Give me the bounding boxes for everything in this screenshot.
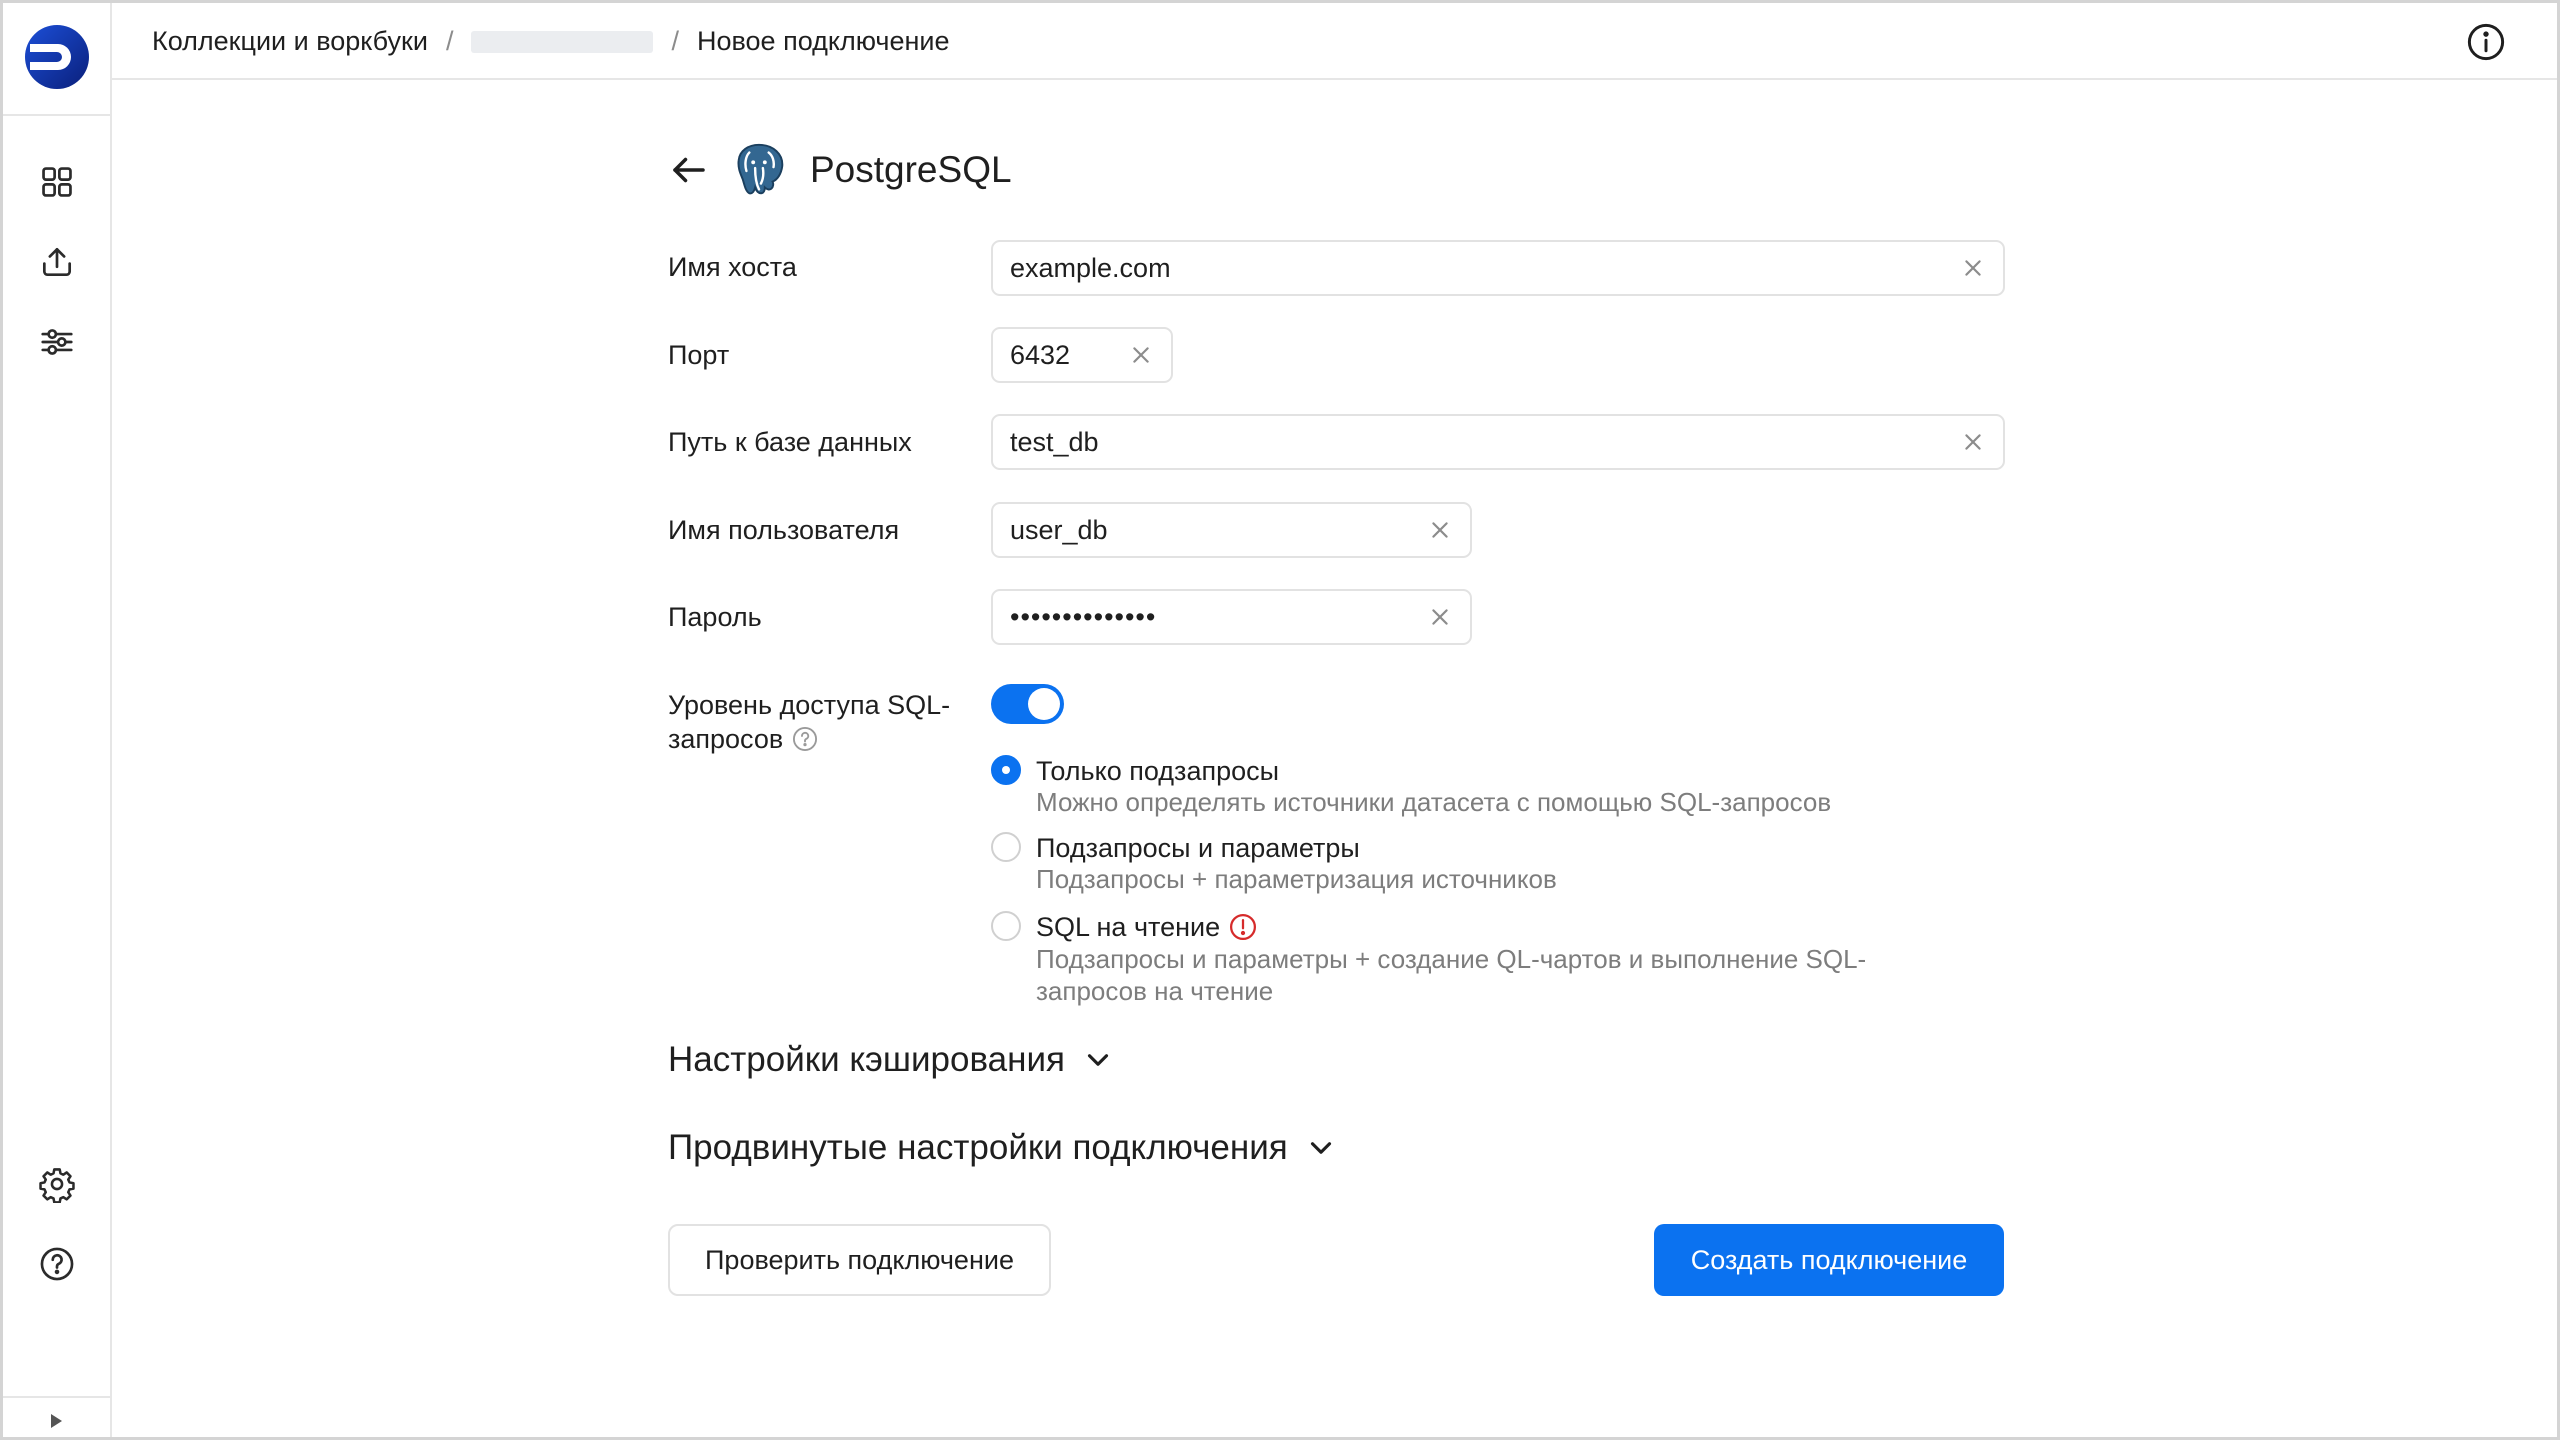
warning-icon[interactable]	[1228, 912, 1258, 942]
toggle-knob	[1028, 688, 1060, 720]
port-value: 6432	[1010, 339, 1071, 370]
sql-level-label-line1: Уровень доступа SQL-	[668, 690, 951, 720]
info-button[interactable]	[2465, 21, 2507, 63]
db-path-label: Путь к базе данных	[668, 427, 912, 457]
host-label: Имя хоста	[668, 252, 797, 282]
sidebar-bottom-divider	[3, 1396, 110, 1398]
breadcrumb-separator: /	[445, 26, 454, 56]
check-connection-button[interactable]: Проверить подключение	[668, 1224, 1051, 1296]
help-circle-icon	[40, 1247, 74, 1281]
sql-level-help-button[interactable]	[791, 725, 819, 753]
host-value: example.com	[1010, 252, 1171, 283]
sidebar	[3, 3, 112, 1437]
page-title: PostgreSQL	[810, 149, 1012, 190]
upload-icon	[42, 247, 72, 277]
sql-level-label-line2: запросов	[668, 724, 784, 754]
sliders-icon	[41, 329, 73, 355]
breadcrumb-item-current: Новое подключение	[696, 26, 950, 56]
play-triangle-icon	[51, 1414, 62, 1428]
password-field[interactable]: ••••••••••••••	[991, 589, 1472, 645]
radio-sql-read-label: SQL на чтение	[1036, 912, 1221, 942]
gear-icon	[39, 1168, 75, 1203]
db-path-field[interactable]: test_db	[991, 414, 2005, 470]
radio-subqueries-only-label[interactable]: Только подзапросы	[1036, 755, 1279, 787]
cache-settings-section[interactable]: Настройки кэширования	[668, 1040, 1115, 1080]
arrow-left-icon	[673, 157, 705, 183]
radio-subqueries-params[interactable]	[991, 832, 1021, 862]
advanced-settings-title: Продвинутые настройки подключения	[668, 1128, 1288, 1167]
header: Коллекции и воркбуки / / Новое подключен…	[112, 3, 2557, 80]
password-value: ••••••••••••••	[1010, 601, 1157, 632]
sidebar-item-collections[interactable]	[33, 158, 81, 206]
sidebar-divider	[3, 114, 110, 116]
question-circle-icon	[793, 726, 818, 752]
breadcrumb-item-collections[interactable]: Коллекции и воркбуки	[152, 26, 428, 57]
clear-username-button[interactable]	[1418, 508, 1462, 552]
chevron-down-icon	[1087, 1054, 1109, 1066]
db-path-value: test_db	[1010, 426, 1099, 457]
clear-port-button[interactable]	[1119, 333, 1163, 377]
port-label: Порт	[668, 340, 730, 370]
sidebar-item-settings-sliders[interactable]	[33, 318, 81, 366]
radio-sql-read[interactable]	[991, 911, 1021, 941]
radio-subqueries-params-label[interactable]: Подзапросы и параметры	[1036, 832, 1360, 864]
advanced-settings-section[interactable]: Продвинутые настройки подключения	[668, 1128, 1338, 1168]
close-icon	[1133, 347, 1149, 363]
close-icon	[1432, 522, 1448, 538]
window-frame	[0, 0, 2560, 1440]
app-logo[interactable]	[24, 24, 90, 90]
username-field[interactable]: user_db	[991, 502, 1472, 558]
sidebar-item-upload[interactable]	[33, 238, 81, 286]
breadcrumb-item-workbook[interactable]	[471, 30, 654, 53]
password-label: Пароль	[668, 602, 762, 632]
radio-subqueries-only[interactable]	[991, 755, 1021, 785]
sql-level-label: Уровень доступа SQL- запросов	[668, 688, 950, 756]
create-connection-button[interactable]: Создать подключение	[1654, 1224, 2004, 1296]
radio-sql-read-desc: Подзапросы и параметры + создание QL-чар…	[1036, 944, 1867, 1006]
sql-level-toggle[interactable]	[991, 684, 1064, 724]
cache-settings-title: Настройки кэширования	[668, 1040, 1065, 1079]
sidebar-item-settings[interactable]	[33, 1160, 81, 1208]
port-field[interactable]: 6432	[991, 327, 1173, 383]
back-button[interactable]	[668, 142, 724, 198]
postgresql-elephant-icon	[728, 139, 790, 201]
sidebar-item-help[interactable]	[33, 1240, 81, 1288]
host-field[interactable]: example.com	[991, 240, 2005, 296]
close-icon	[1965, 434, 1981, 450]
grid-icon	[42, 167, 72, 197]
username-value: user_db	[1010, 514, 1108, 545]
clear-password-button[interactable]	[1418, 595, 1462, 639]
clear-db-path-button[interactable]	[1951, 420, 1995, 464]
info-icon	[2467, 23, 2505, 61]
close-icon	[1432, 609, 1448, 625]
radio-subqueries-only-desc: Можно определять источники датасета с по…	[1036, 787, 1832, 817]
close-icon	[1965, 260, 1981, 276]
sidebar-collapse-button[interactable]	[43, 1408, 69, 1434]
radio-subqueries-params-desc: Подзапросы + параметризация источников	[1036, 864, 1557, 894]
username-label: Имя пользователя	[668, 515, 900, 545]
breadcrumb: Коллекции и воркбуки / / Новое подключен…	[152, 3, 950, 80]
breadcrumb-separator: /	[671, 26, 679, 56]
radio-sql-read-label-row[interactable]: SQL на чтение	[1036, 911, 1258, 943]
chevron-down-icon	[1310, 1142, 1331, 1154]
clear-host-button[interactable]	[1951, 246, 1995, 290]
page-title-row: PostgreSQL	[668, 140, 1012, 200]
